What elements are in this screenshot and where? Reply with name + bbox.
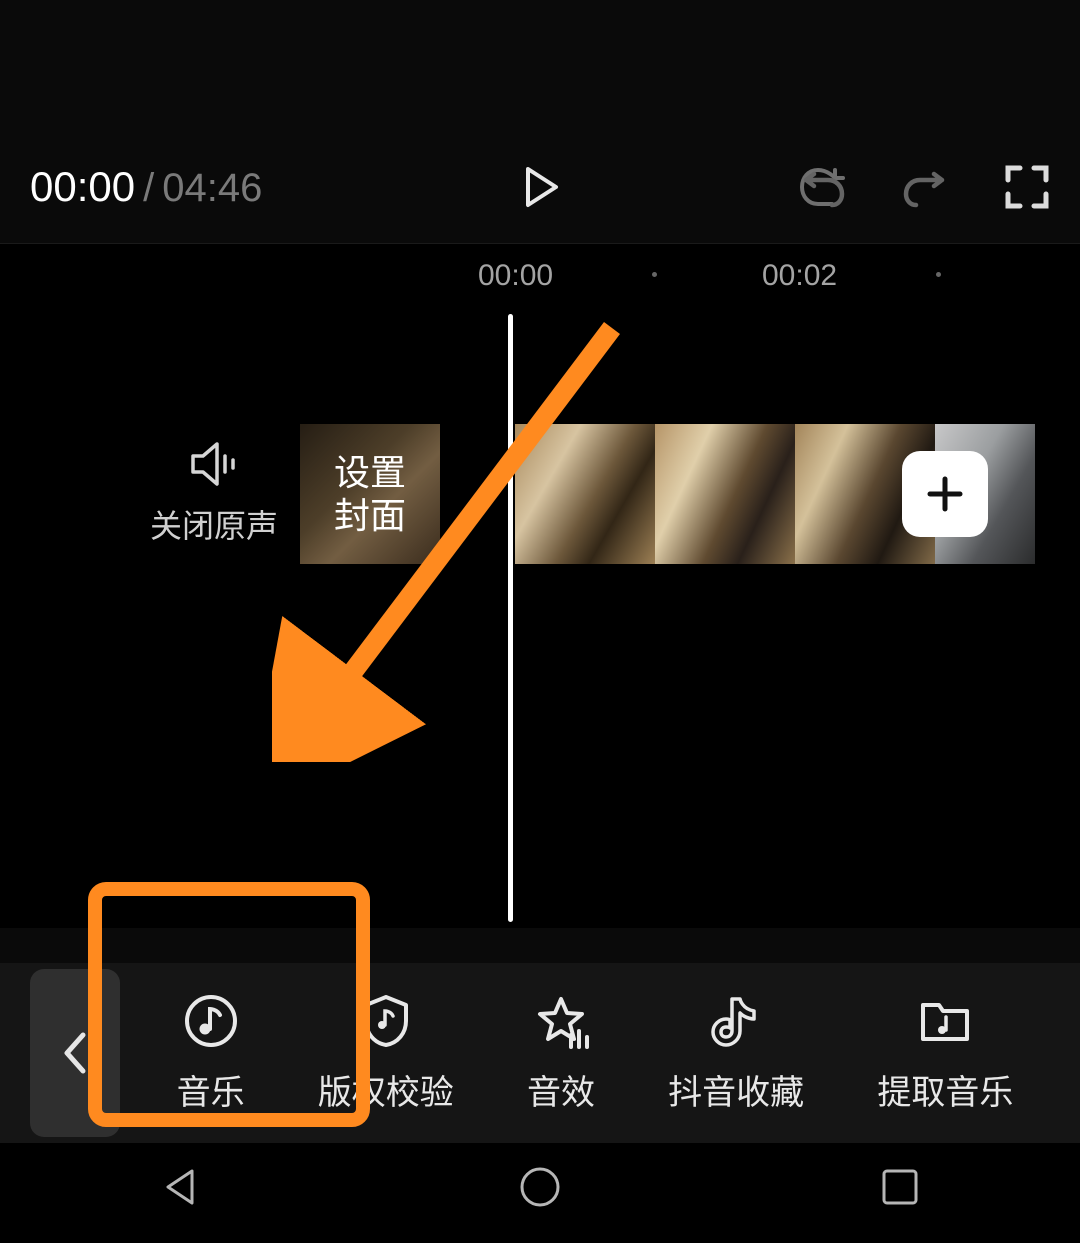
triangle-back-icon: [156, 1163, 204, 1211]
clip-frame: [655, 424, 795, 564]
star-sfx-icon: [533, 993, 589, 1049]
square-recents-icon: [876, 1163, 924, 1211]
timeline-ruler: 00:00 00:02: [0, 244, 1080, 304]
undo-icon: [800, 164, 846, 210]
set-cover-label: 设置 封面: [334, 451, 406, 537]
total-time: 04:46: [162, 166, 262, 211]
nav-back-button[interactable]: [156, 1163, 204, 1216]
plus-icon: [926, 475, 964, 513]
player-controls-bar: 00:00 / 04:46: [0, 130, 1080, 243]
tool-label: 版权校验: [318, 1065, 454, 1114]
toolbar-back-button[interactable]: [30, 969, 120, 1137]
redo-button[interactable]: [902, 164, 948, 210]
video-preview-area: [0, 0, 1080, 130]
mute-original-button[interactable]: 关闭原声: [150, 442, 278, 547]
tool-label: 音效: [527, 1065, 595, 1114]
timeline-area[interactable]: 00:00 00:02 关闭原声 设置 封面: [0, 243, 1080, 928]
play-icon: [516, 163, 564, 211]
music-note-icon: [183, 993, 239, 1049]
douyin-icon: [708, 993, 764, 1049]
nav-recents-button[interactable]: [876, 1163, 924, 1216]
ruler-dot: [936, 272, 941, 277]
folder-music-icon: [917, 993, 973, 1049]
tool-extract[interactable]: 提取音乐: [877, 993, 1013, 1114]
audio-toolbar: 音乐 版权校验 音效 抖音收藏: [0, 963, 1080, 1143]
mute-original-label: 关闭原声: [150, 501, 278, 547]
tool-douyin[interactable]: 抖音收藏: [668, 993, 804, 1114]
tool-copyright[interactable]: 版权校验: [318, 993, 454, 1114]
tool-label: 音乐: [177, 1065, 245, 1114]
nav-home-button[interactable]: [516, 1163, 564, 1216]
play-button[interactable]: [516, 163, 564, 211]
tool-music[interactable]: 音乐: [177, 993, 245, 1114]
tool-label: 抖音收藏: [668, 1065, 804, 1114]
ruler-mark: 00:02: [762, 259, 837, 293]
playhead[interactable]: [508, 314, 513, 922]
speaker-icon: [189, 442, 239, 486]
clip-frame: [515, 424, 655, 564]
tool-label: 提取音乐: [877, 1065, 1013, 1114]
fullscreen-button[interactable]: [1004, 164, 1050, 210]
video-track-row: 关闭原声 设置 封面: [0, 424, 1080, 564]
circle-home-icon: [516, 1163, 564, 1211]
chevron-left-icon: [59, 1031, 91, 1075]
tool-sfx[interactable]: 音效: [527, 993, 595, 1114]
right-controls: [800, 164, 1050, 210]
undo-button[interactable]: [800, 164, 846, 210]
time-separator: /: [143, 166, 154, 211]
set-cover-button[interactable]: 设置 封面: [300, 424, 440, 564]
toolbar-items: 音乐 版权校验 音效 抖音收藏: [120, 993, 1080, 1114]
ruler-mark: 00:00: [478, 259, 553, 293]
current-time: 00:00: [30, 163, 135, 211]
time-display: 00:00 / 04:46: [30, 163, 262, 211]
ruler-dot: [652, 272, 657, 277]
redo-icon: [902, 164, 948, 210]
fullscreen-icon: [1004, 164, 1050, 210]
system-nav-bar: [0, 1143, 1080, 1243]
shield-check-icon: [358, 993, 414, 1049]
add-clip-button[interactable]: [902, 451, 988, 537]
